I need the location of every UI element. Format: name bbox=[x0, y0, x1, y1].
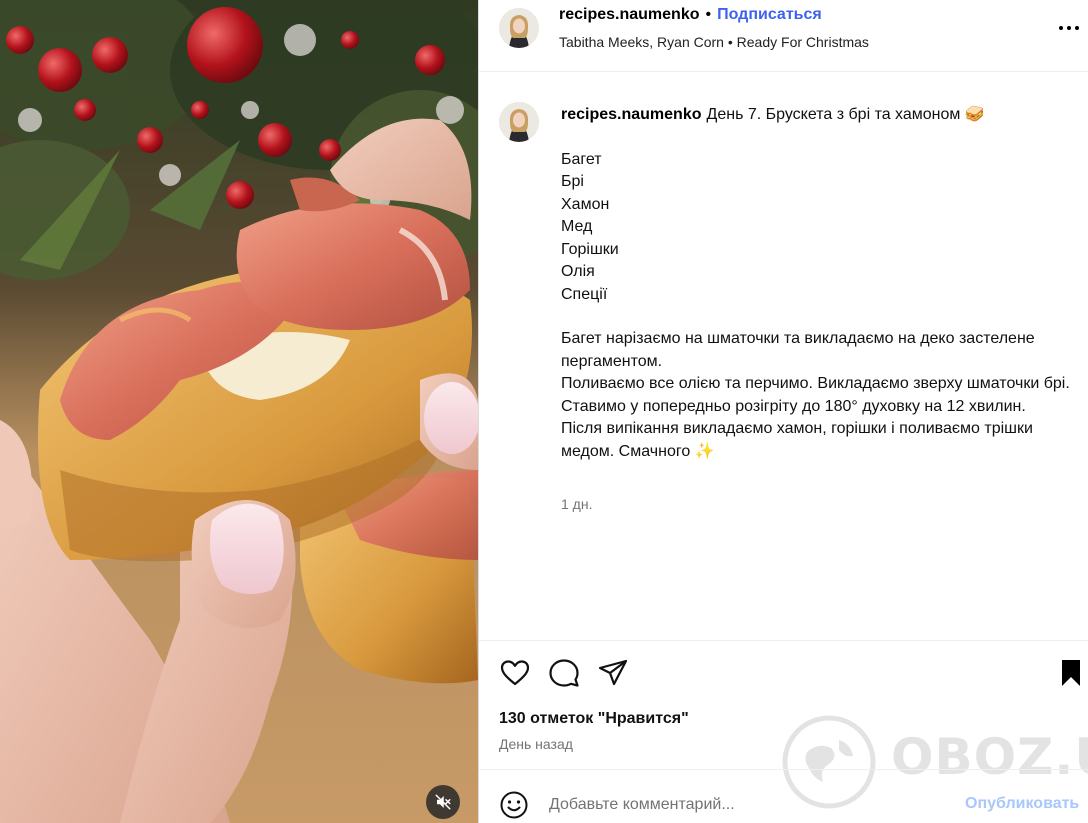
profile-photo bbox=[499, 8, 539, 48]
caption-username[interactable]: recipes.naumenko bbox=[561, 106, 702, 123]
audio-title[interactable]: Ready For Christmas bbox=[737, 34, 869, 50]
ingredient-item: Олія bbox=[561, 263, 595, 280]
ingredient-item: Горішки bbox=[561, 240, 619, 258]
ingredient-item: Брі bbox=[561, 173, 584, 190]
avatar[interactable] bbox=[499, 8, 539, 48]
more-options-button[interactable] bbox=[1055, 16, 1083, 40]
recipe-step: Ставимо у попередньо розігріту до 180° д… bbox=[561, 397, 1026, 415]
comments-section: recipes.naumenko День 7. Брускета з брі т… bbox=[479, 72, 1088, 640]
post-media[interactable] bbox=[0, 0, 478, 823]
caption-avatar[interactable] bbox=[499, 102, 539, 142]
likes-count[interactable]: 130 отметок "Нравится" bbox=[499, 710, 689, 728]
caption-title: День 7. Брускета з брі та хамоном 🥪 bbox=[706, 106, 985, 123]
ingredient-item: Мед bbox=[561, 218, 593, 235]
header-title-line: recipes.naumenko • Подписаться bbox=[559, 6, 822, 24]
post-caption: recipes.naumenko День 7. Брускета з брі т… bbox=[561, 104, 1081, 463]
recipe-steps: Багет нарізаємо на шматочки та викладаєм… bbox=[561, 328, 1081, 463]
post-actions: 130 отметок "Нравится" День назад bbox=[479, 640, 1088, 769]
emoji-button[interactable] bbox=[499, 790, 529, 820]
comment-icon bbox=[549, 659, 579, 687]
paper-plane-icon bbox=[598, 659, 628, 686]
audio-separator: • bbox=[727, 34, 733, 50]
comment-button[interactable] bbox=[548, 657, 580, 689]
like-button[interactable] bbox=[499, 657, 531, 689]
ingredient-item: Багет bbox=[561, 150, 602, 168]
share-button[interactable] bbox=[597, 657, 629, 689]
mute-button[interactable] bbox=[426, 785, 460, 819]
recipe-step: Поливаємо все олією та перчимо. Викладає… bbox=[561, 375, 1070, 392]
post-date[interactable]: День назад bbox=[499, 736, 573, 752]
post-panel: recipes.naumenko • Подписаться Tabitha Mee… bbox=[478, 0, 1088, 823]
separator-dot: • bbox=[705, 6, 712, 23]
caption-timestamp[interactable]: 1 дн. bbox=[561, 496, 592, 512]
follow-button[interactable]: Подписаться bbox=[717, 6, 822, 23]
comment-input[interactable] bbox=[549, 792, 949, 818]
publish-button[interactable]: Опубликовать bbox=[965, 795, 1079, 813]
save-button[interactable] bbox=[1055, 657, 1087, 689]
video-frame bbox=[0, 0, 478, 823]
post-header: recipes.naumenko • Подписаться Tabitha Mee… bbox=[479, 0, 1088, 72]
ingredient-list: Багет Брі Хамон Мед Горішки Олія Спеції bbox=[561, 149, 1081, 307]
speaker-muted-icon bbox=[435, 794, 451, 810]
profile-photo bbox=[499, 102, 539, 142]
heart-icon bbox=[500, 660, 530, 686]
ellipsis-icon bbox=[1059, 26, 1079, 30]
bookmark-icon bbox=[1062, 660, 1080, 686]
ingredient-item: Спеції bbox=[561, 285, 608, 303]
recipe-step: Після випікання викладаємо хамон, горішк… bbox=[561, 420, 1033, 460]
recipe-step: Багет нарізаємо на шматочки та викладаєм… bbox=[561, 330, 1035, 370]
smiley-icon bbox=[500, 791, 528, 819]
audio-artists[interactable]: Tabitha Meeks, Ryan Corn bbox=[559, 34, 724, 50]
ingredient-item: Хамон bbox=[561, 195, 610, 213]
audio-attribution[interactable]: Tabitha Meeks, Ryan Corn • Ready For Chr… bbox=[559, 34, 869, 50]
comment-bar: Опубликовать bbox=[479, 769, 1088, 823]
author-username[interactable]: recipes.naumenko bbox=[559, 6, 700, 23]
